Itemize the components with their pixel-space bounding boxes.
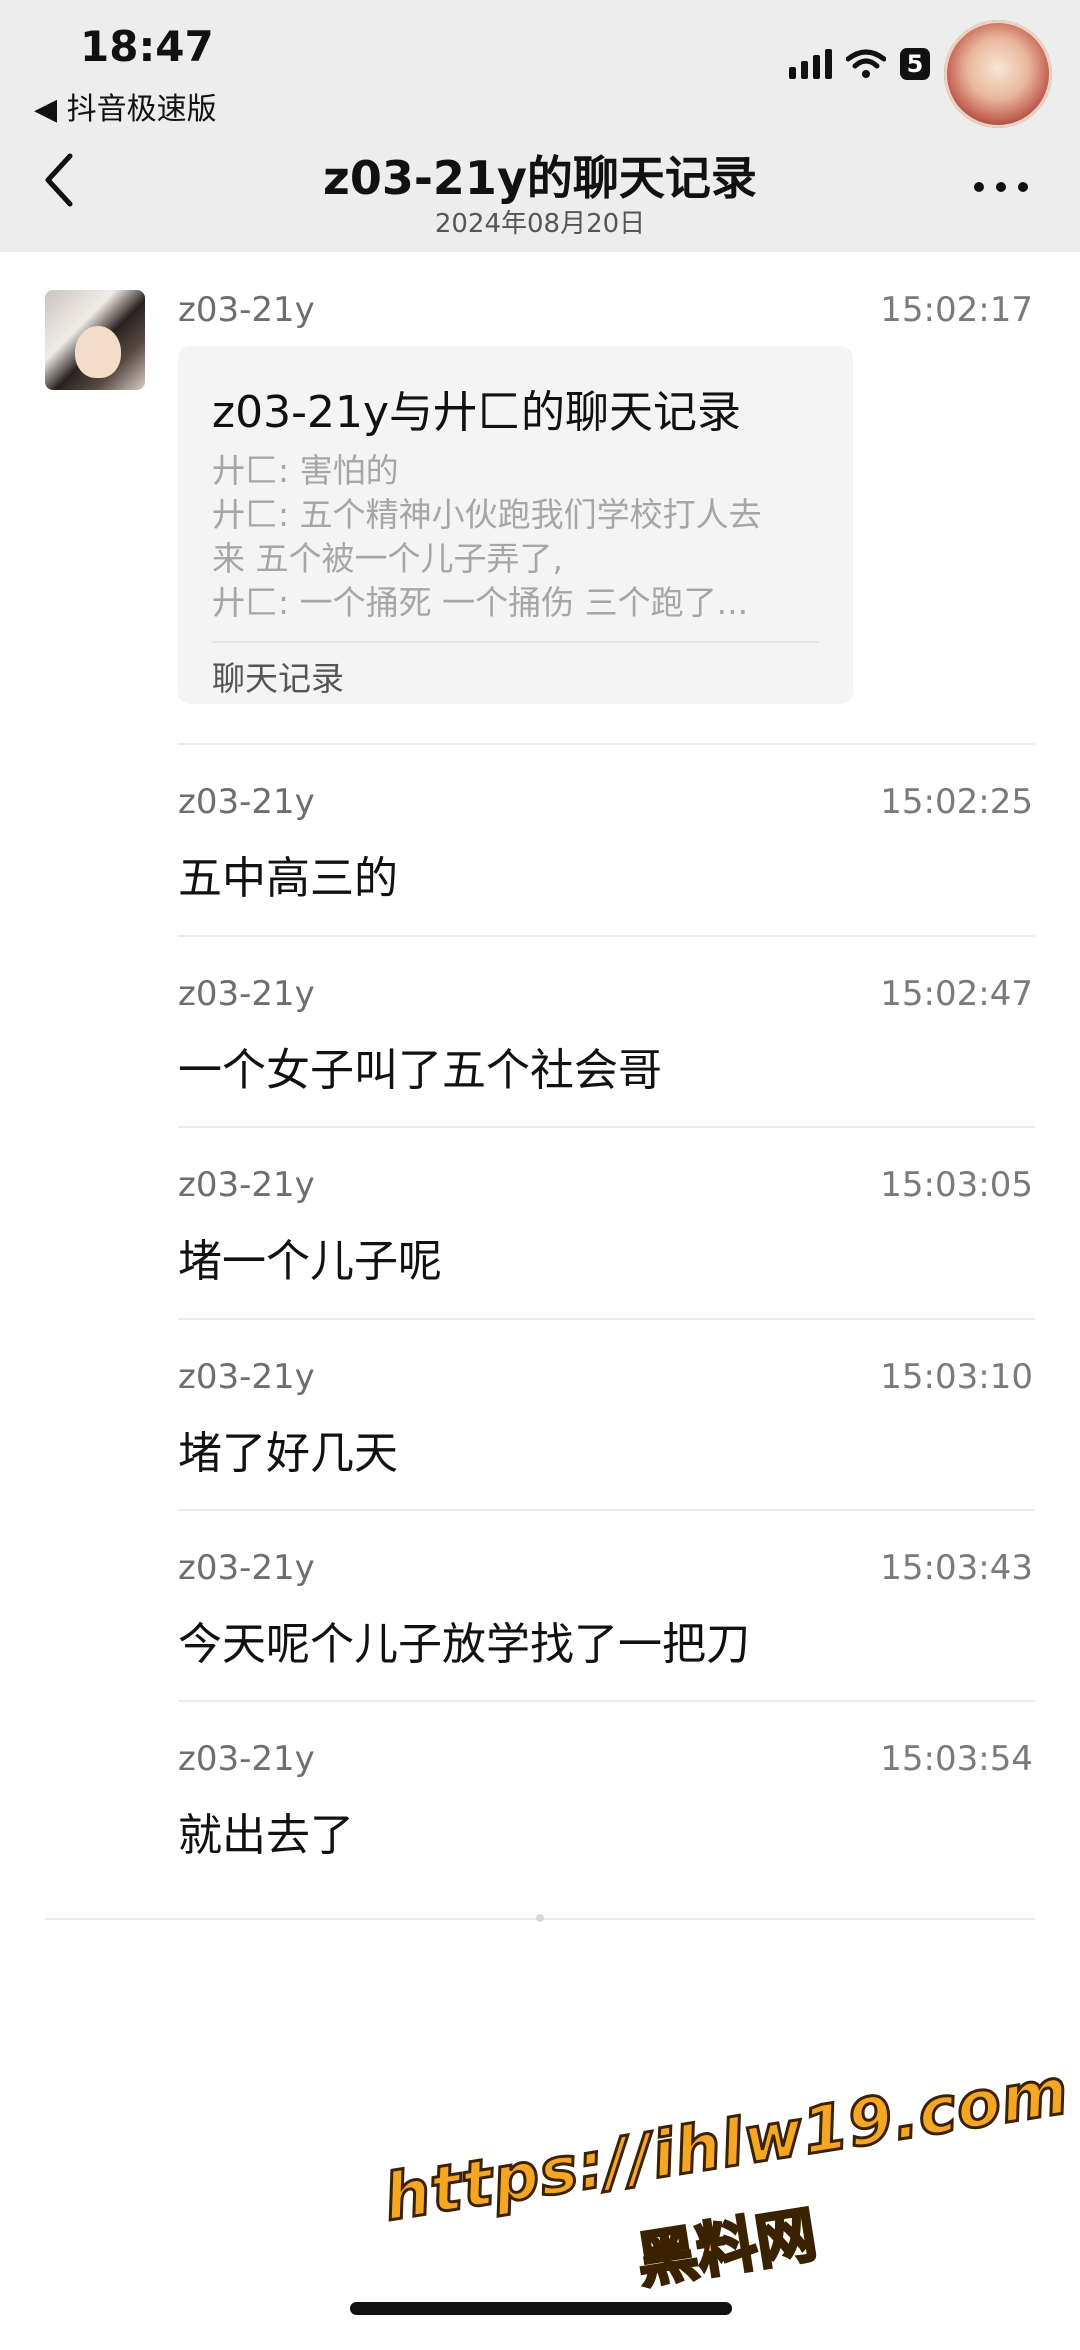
message-text: 堵了好几天 xyxy=(178,1428,398,1479)
more-options-icon[interactable] xyxy=(974,182,1028,192)
card-line: 廾匚: 害怕的 xyxy=(212,451,399,490)
message-sender: z03-21y xyxy=(178,1739,315,1779)
message-sender: z03-21y xyxy=(178,1357,315,1397)
message-divider xyxy=(178,1509,1035,1511)
message-divider xyxy=(178,1318,1035,1320)
back-to-app-link[interactable]: ◀ 抖音极速版 xyxy=(34,84,217,128)
message-text: 堵一个儿子呢 xyxy=(178,1236,442,1287)
message-sender: z03-21y xyxy=(178,1165,315,1205)
message-item: z03-21y 15:03:05 堵一个儿子呢 xyxy=(178,1165,1033,1295)
message-text: 五中高三的 xyxy=(178,853,398,904)
watermark-name: 黑料网 xyxy=(631,2198,823,2298)
message-time: 15:03:05 xyxy=(880,1165,1033,1205)
card-line: 廾匚: 一个捅死 一个捅伤 三个跑了... xyxy=(212,583,749,622)
message-time: 15:03:10 xyxy=(880,1357,1033,1397)
wifi-icon xyxy=(846,49,886,78)
chat-record-card[interactable]: z03-21y与廾匚的聊天记录 廾匚: 害怕的 廾匚: 五个精神小伙跑我们学校打… xyxy=(178,346,853,704)
message-sender: z03-21y xyxy=(178,290,315,330)
message-time: 15:02:17 xyxy=(880,290,1033,330)
home-indicator[interactable] xyxy=(350,2302,732,2315)
message-item: z03-21y 15:03:43 今天呢个儿子放学找了一把刀 xyxy=(178,1548,1033,1678)
message-divider xyxy=(178,935,1035,937)
message-time: 15:03:54 xyxy=(880,1739,1033,1779)
card-line: 来 五个被一个儿子弄了, xyxy=(212,539,563,578)
message-text: 就出去了 xyxy=(178,1810,354,1861)
card-title: z03-21y与廾匚的聊天记录 xyxy=(212,387,741,438)
end-dot xyxy=(536,1914,544,1922)
message-divider xyxy=(178,743,1035,745)
card-divider xyxy=(212,641,819,643)
card-label: 聊天记录 xyxy=(212,659,344,698)
message-divider xyxy=(178,1700,1035,1702)
status-time: 18:47 xyxy=(80,22,214,71)
header: 18:47 ◀ 抖音极速版 5 z03-21y的聊天记录 2024年08月20日 xyxy=(0,0,1080,252)
message-time: 15:02:47 xyxy=(880,974,1033,1014)
message-item: z03-21y 15:03:54 就出去了 xyxy=(178,1739,1033,1869)
message-item: z03-21y 15:02:47 一个女子叫了五个社会哥 xyxy=(178,974,1033,1104)
message-divider xyxy=(178,1126,1035,1128)
signal-icon xyxy=(789,49,832,79)
message-sender: z03-21y xyxy=(178,974,315,1014)
message-text: 一个女子叫了五个社会哥 xyxy=(178,1045,662,1096)
message-item: z03-21y 15:02:17 z03-21y与廾匚的聊天记录 廾匚: 害怕的… xyxy=(178,290,1033,710)
message-item: z03-21y 15:02:25 五中高三的 xyxy=(178,782,1033,912)
message-time: 15:02:25 xyxy=(880,782,1033,822)
message-time: 15:03:43 xyxy=(880,1548,1033,1588)
card-line: 廾匚: 五个精神小伙跑我们学校打人去 xyxy=(212,495,762,534)
message-sender: z03-21y xyxy=(178,782,315,822)
message-sender: z03-21y xyxy=(178,1548,315,1588)
sender-avatar[interactable] xyxy=(45,290,145,390)
page-title: z03-21y的聊天记录 xyxy=(323,151,757,205)
message-item: z03-21y 15:03:10 堵了好几天 xyxy=(178,1357,1033,1487)
message-text: 今天呢个儿子放学找了一把刀 xyxy=(178,1619,750,1670)
battery-icon: 5 xyxy=(900,48,930,80)
page-date: 2024年08月20日 xyxy=(434,209,646,239)
status-icons: 5 xyxy=(789,48,930,80)
profile-avatar[interactable] xyxy=(944,20,1052,128)
